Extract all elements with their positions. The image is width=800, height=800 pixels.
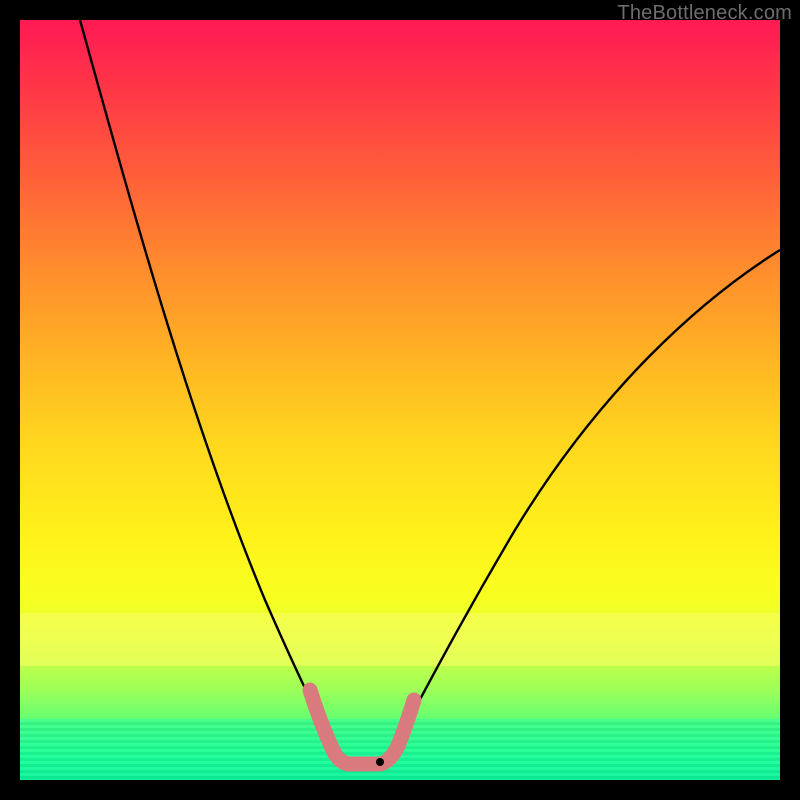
bottom-marker-path — [310, 690, 414, 764]
bottom-marker-dot — [376, 758, 384, 766]
chart-plot-area — [20, 20, 780, 780]
curve-left — [80, 20, 338, 755]
chart-curves-svg — [20, 20, 780, 780]
curve-right — [390, 250, 780, 755]
